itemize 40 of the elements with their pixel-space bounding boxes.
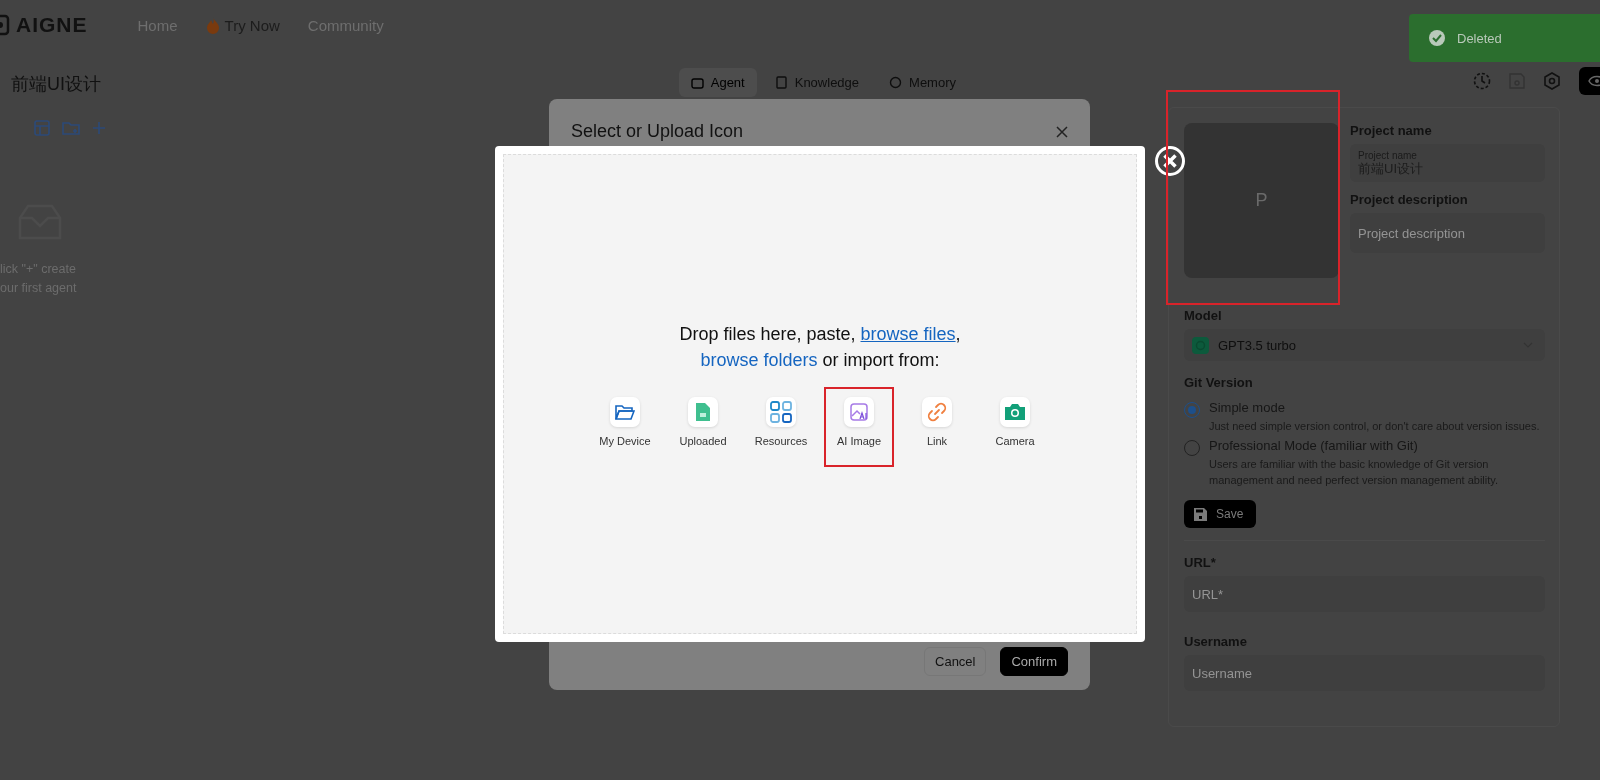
browse-files-link[interactable]: browse files [860, 324, 956, 344]
folder-add-icon[interactable] [62, 120, 80, 136]
check-icon [1429, 30, 1445, 46]
url-field[interactable]: URL* [1184, 576, 1545, 612]
image-file-icon [696, 403, 710, 421]
settings-icon[interactable] [1543, 72, 1561, 90]
dialog-button[interactable]: Confirm [1000, 647, 1068, 676]
description-input[interactable]: Project description [1358, 225, 1537, 241]
username-field[interactable]: Username [1184, 655, 1545, 691]
description-field[interactable]: Project description [1350, 213, 1545, 253]
ai-image-icon [850, 403, 868, 421]
toast-message: Deleted [1457, 30, 1502, 46]
table-add-icon[interactable] [34, 120, 50, 136]
save-button[interactable]: Save [1184, 500, 1257, 528]
drop-prompt: Drop files here, paste, browse files, browse folders or import from: [678, 323, 962, 372]
dialog-button[interactable]: Cancel [924, 647, 987, 676]
source-option[interactable]: Camera [980, 387, 1050, 467]
browse-folders-link[interactable]: browse folders [700, 350, 818, 370]
flame-icon [205, 16, 220, 34]
source-option[interactable]: AI Image [824, 387, 894, 467]
plus-icon[interactable] [92, 121, 106, 135]
drop-zone[interactable]: Drop files here, paste, browse files, browse folders or import from: My Device Uploaded Resources AI Image Link Camera [503, 154, 1137, 634]
logo-icon [0, 14, 10, 36]
camera-icon [1005, 404, 1025, 420]
link-icon [927, 402, 947, 422]
tab-icon [690, 76, 704, 89]
source-option[interactable]: My Device [590, 387, 660, 467]
source-option[interactable]: Link [902, 387, 972, 467]
tab-icon [774, 76, 788, 89]
grid-icon [770, 401, 792, 423]
folder-icon [615, 404, 635, 420]
source-option[interactable]: Resources [746, 387, 816, 467]
dialog-title: Select or Upload Icon [571, 121, 744, 142]
history-icon[interactable] [1473, 72, 1491, 90]
source-option[interactable]: Uploaded [668, 387, 738, 467]
username-input[interactable]: Username [1192, 665, 1537, 681]
tab-icon [889, 76, 903, 89]
model-icon [1192, 336, 1209, 354]
save-icon [1194, 507, 1207, 521]
url-input[interactable]: URL* [1192, 586, 1537, 602]
